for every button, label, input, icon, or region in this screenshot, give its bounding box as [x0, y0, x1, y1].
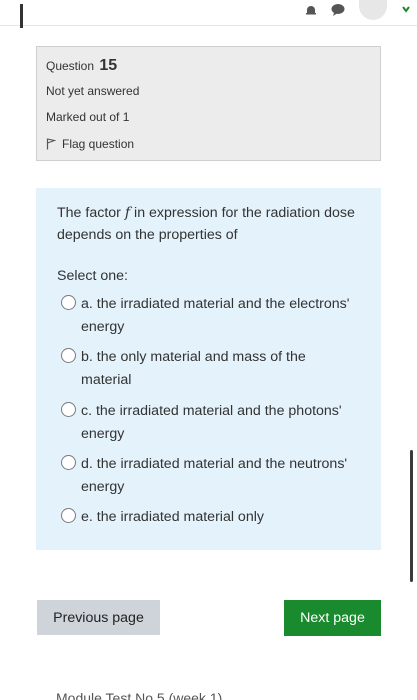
flag-icon [46, 138, 56, 150]
navbar-icons [305, 0, 417, 20]
chevron-down-icon[interactable] [401, 4, 411, 16]
radio-button[interactable] [61, 508, 76, 523]
answer-label[interactable]: a. the irradiated material and the elect… [81, 293, 351, 339]
radio-button[interactable] [61, 295, 76, 310]
question-number-value: 15 [99, 57, 118, 74]
radio-button[interactable] [61, 402, 76, 417]
question-prompt: The factor f in expression for the radia… [57, 202, 357, 246]
radio-button[interactable] [61, 348, 76, 363]
scrollbar[interactable] [410, 450, 413, 582]
answer-label[interactable]: e. the irradiated material only [81, 506, 351, 529]
answer-label[interactable]: d. the irradiated material and the neutr… [81, 453, 351, 499]
answer-label[interactable]: c. the irradiated material and the photo… [81, 400, 351, 446]
question-grade: Marked out of 1 [46, 110, 130, 124]
chat-icon[interactable] [331, 4, 345, 16]
answer-label[interactable]: b. the only material and mass of the mat… [81, 346, 351, 392]
bell-icon[interactable] [305, 4, 317, 16]
flag-question-label: Flag question [62, 137, 135, 151]
question-info: Question 15 Not yet answered Marked out … [36, 46, 381, 161]
question-content: The factor f in expression for the radia… [36, 188, 381, 550]
radio-button[interactable] [61, 455, 76, 470]
top-navbar [0, 0, 417, 28]
question-label: Question [46, 59, 95, 73]
module-link[interactable]: Module Test No 5 (week 1) [56, 690, 222, 700]
previous-page-button[interactable]: Previous page [37, 600, 160, 635]
quiz-page: Question 15 Not yet answered Marked out … [0, 0, 417, 700]
avatar[interactable] [359, 0, 387, 20]
prompt-text-start: The factor [57, 205, 125, 221]
flag-question-link[interactable]: Flag question [46, 137, 134, 151]
select-one-label: Select one: [57, 268, 128, 284]
next-page-button[interactable]: Next page [284, 600, 381, 636]
question-state: Not yet answered [46, 84, 140, 98]
menu-icon[interactable] [20, 4, 28, 28]
question-number: Question 15 [46, 57, 117, 75]
